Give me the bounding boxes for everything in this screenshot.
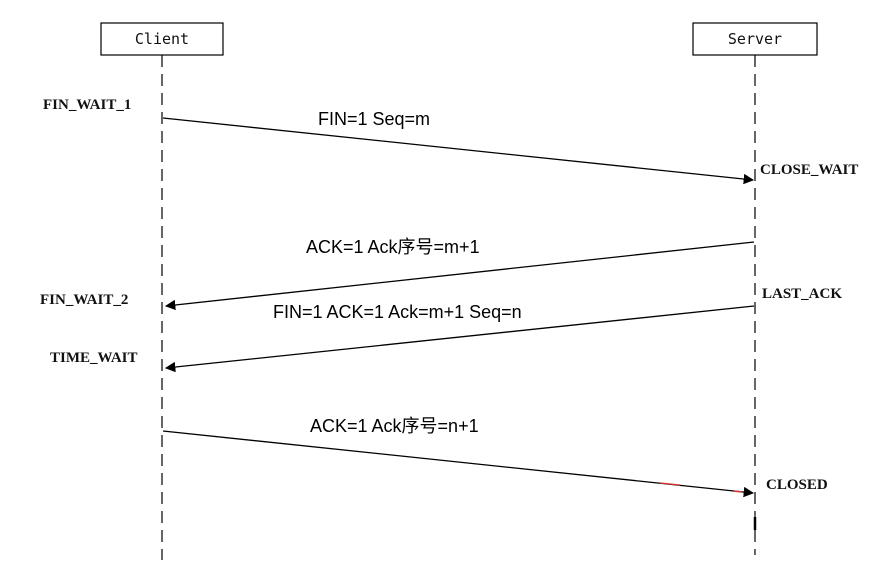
arrow-fin-m <box>162 117 755 185</box>
server-label: Server <box>728 30 782 48</box>
state-close-wait: CLOSE_WAIT <box>760 162 858 178</box>
message-ack-n1: ACK=1 Ack序号=n+1 <box>310 416 479 436</box>
tcp-four-way-handshake-diagram: Client Server FIN_WAIT_1 CLOSE_WAIT FIN_… <box>40 22 858 560</box>
state-time-wait: TIME_WAIT <box>50 350 138 366</box>
state-fin-wait-2: FIN_WAIT_2 <box>40 292 128 308</box>
client-label: Client <box>135 30 189 48</box>
server-participant: Server <box>692 22 818 56</box>
arrow-accent-mark-2 <box>733 490 743 493</box>
state-fin-wait-1: FIN_WAIT_1 <box>43 97 131 113</box>
message-fin-seq-m: FIN=1 Seq=m <box>318 109 430 129</box>
client-participant: Client <box>100 22 224 56</box>
message-ack-m1: ACK=1 Ack序号=m+1 <box>306 237 480 257</box>
message-fin-ack-seq-n: FIN=1 ACK=1 Ack=m+1 Seq=n <box>273 302 522 322</box>
state-last-ack: LAST_ACK <box>762 286 842 302</box>
state-closed: CLOSED <box>766 477 828 493</box>
